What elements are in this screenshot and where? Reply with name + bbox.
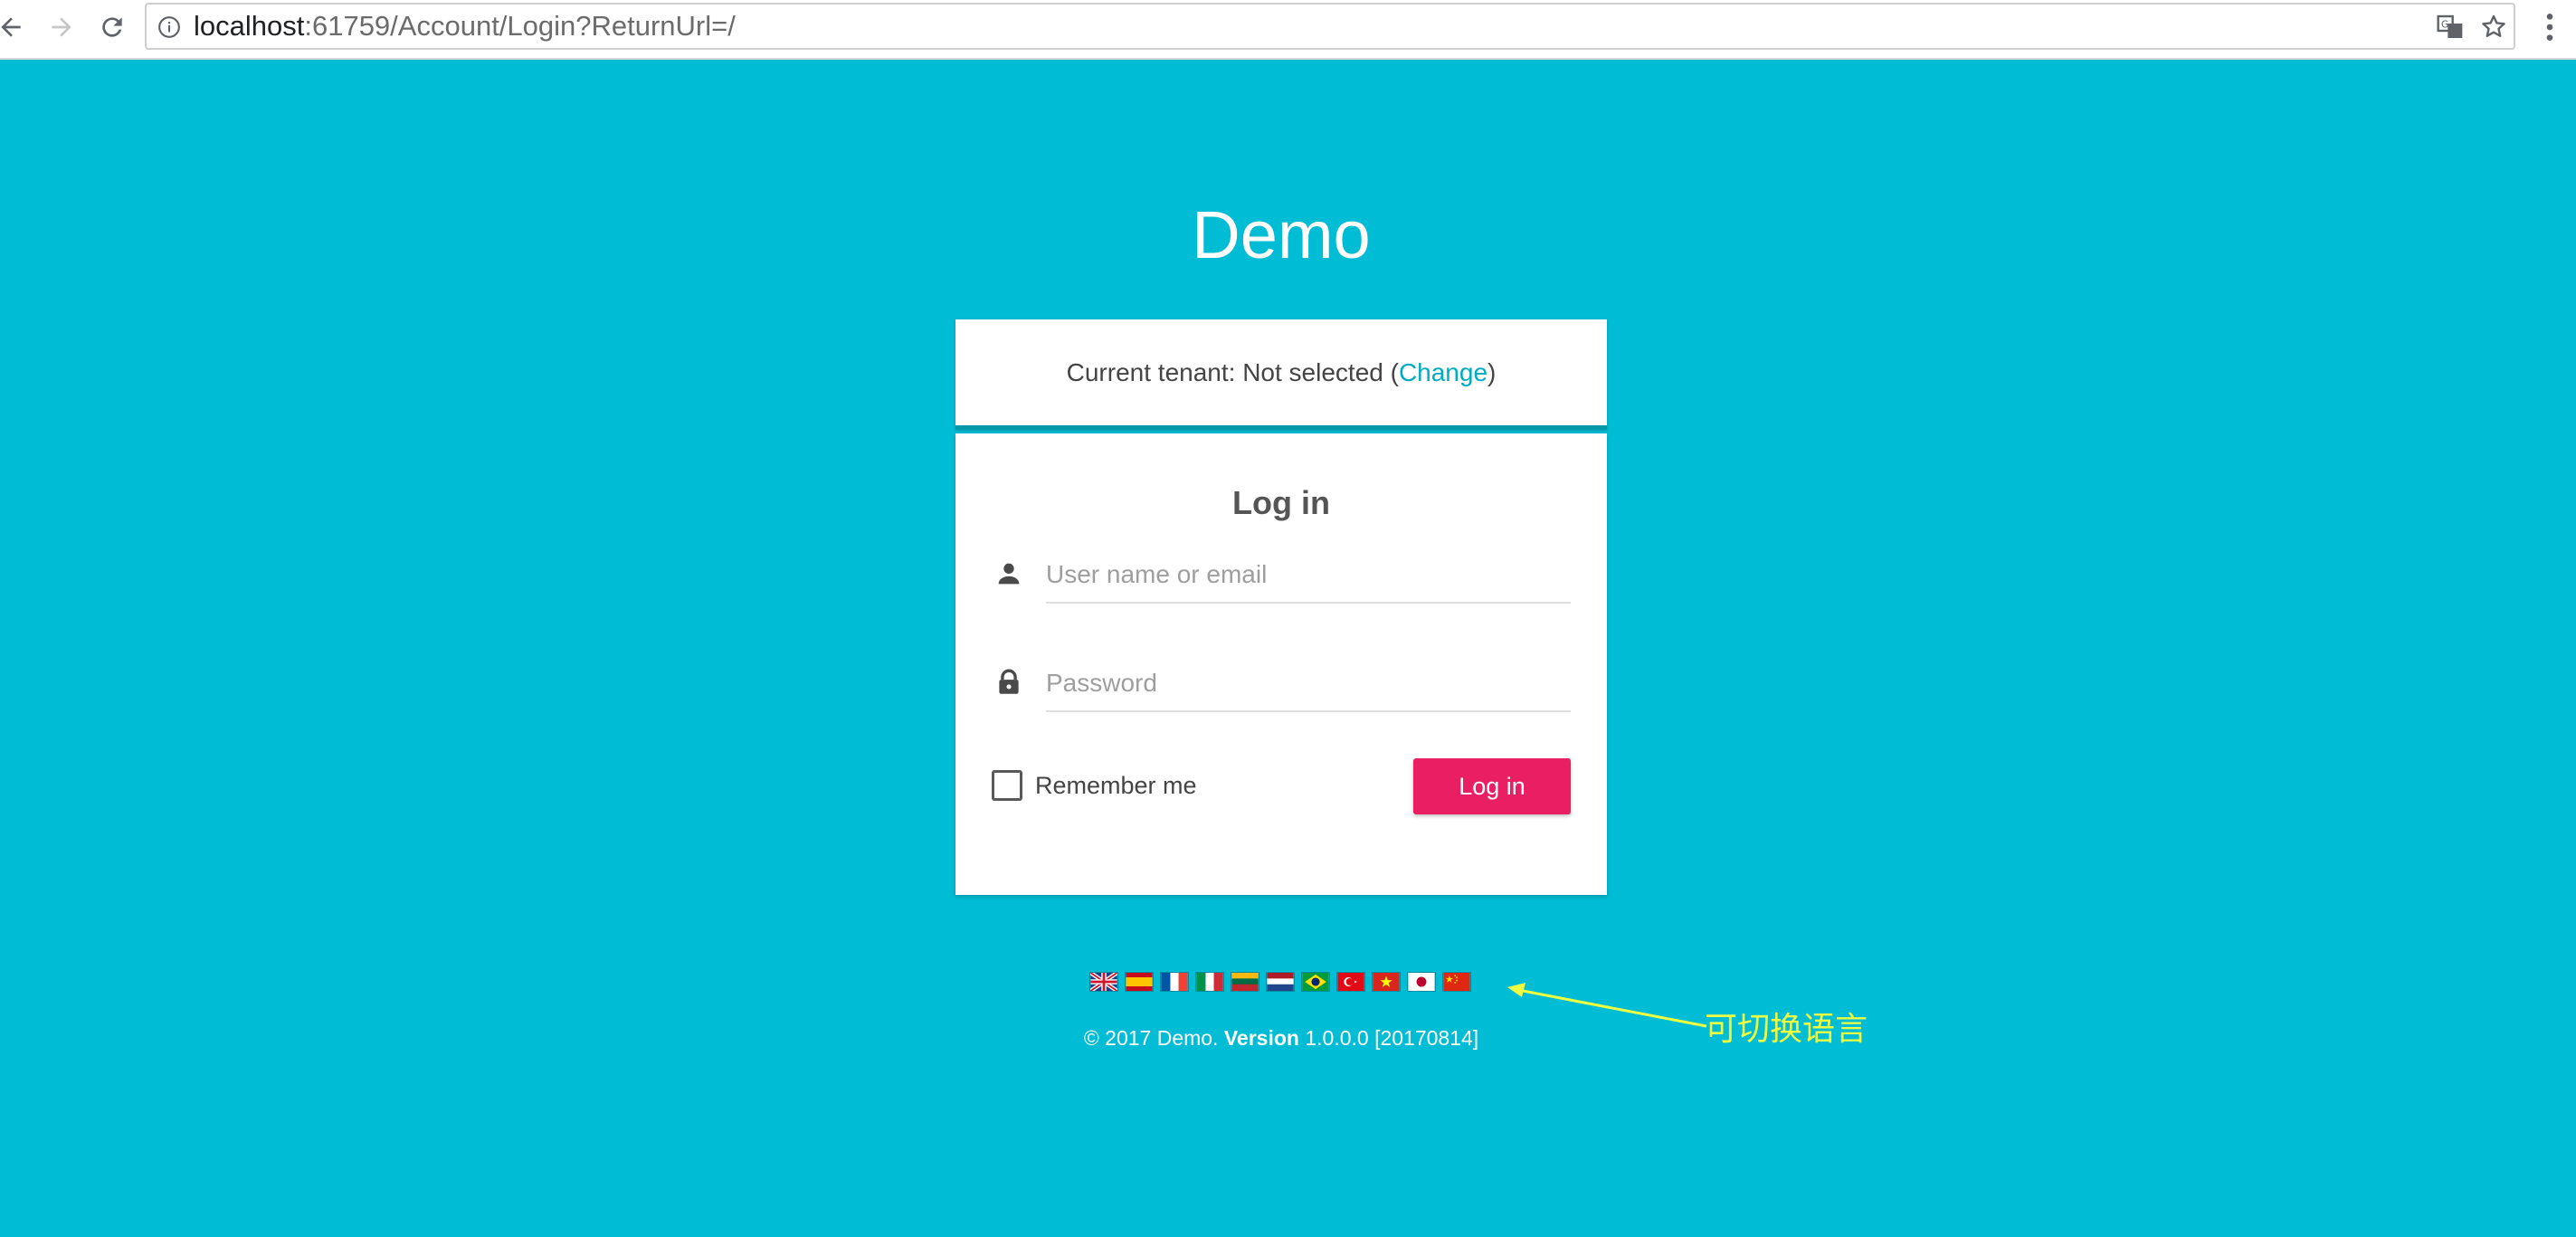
arrow-right-icon <box>52 17 71 37</box>
change-tenant-link[interactable]: Change <box>1399 358 1488 387</box>
address-bar[interactable]: localhost:61759/Account/Login?ReturnUrl=… <box>145 3 2515 50</box>
forward-button[interactable] <box>43 7 80 47</box>
reload-button[interactable] <box>94 7 130 47</box>
remember-me[interactable]: Remember me <box>992 766 1197 804</box>
url-path: :61759/Account/Login?ReturnUrl=/ <box>304 10 736 42</box>
login-button[interactable]: Log in <box>1413 758 1571 814</box>
tenant-suffix: ) <box>1488 357 1497 386</box>
flag-es-icon[interactable] <box>1125 972 1154 992</box>
flag-cn-icon[interactable] <box>1442 972 1471 992</box>
password-input[interactable] <box>1046 656 1571 712</box>
flag-it-icon[interactable] <box>1195 972 1224 992</box>
translate-icon[interactable]: G <box>2436 13 2465 42</box>
url-host: localhost <box>194 10 305 42</box>
flag-jp-icon[interactable] <box>1407 972 1436 992</box>
flag-vn-icon[interactable] <box>1372 972 1401 992</box>
bookmark-star-icon[interactable] <box>2479 13 2508 42</box>
version-label: Version <box>1223 1026 1299 1050</box>
lock-icon <box>999 669 1019 694</box>
flag-lt-icon[interactable] <box>1231 972 1259 992</box>
language-switcher <box>1089 972 1471 994</box>
annotation-arrow-icon <box>1507 983 1707 1028</box>
remember-me-label[interactable]: Remember me <box>1035 772 1197 800</box>
url-text[interactable]: localhost:61759/Account/Login?ReturnUrl=… <box>194 5 736 48</box>
copyright-text: © 2017 Demo. <box>1083 1026 1224 1050</box>
svg-text:G: G <box>2441 19 2448 31</box>
info-icon[interactable] <box>157 15 181 39</box>
remember-me-checkbox[interactable] <box>992 770 1022 801</box>
flag-br-icon[interactable] <box>1301 972 1330 992</box>
arrow-left-icon <box>1 17 21 37</box>
person-icon <box>998 563 1020 585</box>
back-button[interactable] <box>0 7 29 47</box>
tenant-card: Current tenant: Not selected (Change) <box>955 319 1607 430</box>
login-card: Log in Remember me Log in <box>955 433 1607 895</box>
flag-tr-icon[interactable] <box>1336 972 1365 992</box>
flag-gb-icon[interactable] <box>1089 972 1118 992</box>
reload-icon <box>102 17 122 37</box>
flag-nl-icon[interactable] <box>1266 972 1295 992</box>
app-title: Demo <box>1192 197 1371 272</box>
version-value: 1.0.0.0 [20170814] <box>1298 1026 1479 1050</box>
tenant-prefix: Current tenant: Not selected ( <box>1066 357 1399 386</box>
username-input[interactable] <box>1046 547 1571 604</box>
login-title: Log in <box>1232 484 1330 521</box>
flag-fr-icon[interactable] <box>1160 972 1189 992</box>
annotation-note: 可切换语言 <box>1705 1011 1868 1048</box>
browser-menu-icon[interactable] <box>2533 9 2566 45</box>
browser-toolbar: localhost:61759/Account/Login?ReturnUrl=… <box>0 0 2576 60</box>
